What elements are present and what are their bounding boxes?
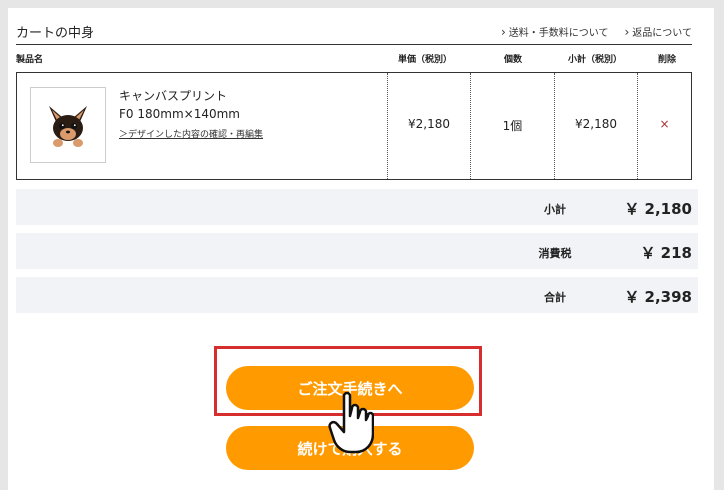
summary-row-tax: 消費税 ￥ 218	[16, 233, 698, 269]
col-delete: 削除	[658, 55, 677, 65]
summary-value: ￥ 2,180	[624, 200, 692, 218]
summary-row-subtotal: 小計 ￥ 2,180	[16, 189, 698, 225]
col-product: 製品名	[16, 55, 44, 65]
summary-label: 小計	[544, 203, 566, 216]
cart-title: カートの中身	[16, 26, 95, 41]
col-unit-price: 単価（税別）	[398, 55, 453, 65]
header-links: 送料・手数料について 返品について	[501, 24, 692, 39]
table-header: 製品名 単価（税別） 個数 小計（税別） 削除	[16, 50, 692, 66]
summary-label: 合計	[544, 291, 566, 304]
pointing-hand-cursor-icon	[328, 391, 374, 454]
cart-item-row: キャンバスプリント F0 180mm×140mm ＞デザインした内容の確認・再編…	[16, 72, 692, 180]
subtotal-value: ¥2,180	[575, 117, 617, 131]
product-thumbnail[interactable]	[30, 87, 106, 163]
summary-value: ￥ 218	[640, 244, 692, 262]
cart-header: カートの中身 送料・手数料について 返品について	[16, 16, 692, 45]
shipping-fee-link[interactable]: 送料・手数料について	[501, 24, 609, 39]
returns-link[interactable]: 返品について	[624, 24, 692, 39]
unit-price-value: ¥2,180	[408, 117, 450, 131]
col-subtotal: 小計（税別）	[568, 55, 623, 65]
delete-button[interactable]: ×	[638, 117, 691, 131]
summary-label: 消費税	[538, 247, 572, 260]
product-name: キャンバスプリント	[119, 89, 228, 103]
qty-value: 1個	[502, 119, 523, 133]
edit-design-link[interactable]: ＞デザインした内容の確認・再編集	[119, 127, 263, 140]
dog-illustration-icon	[49, 106, 87, 147]
product-size: F0 180mm×140mm	[119, 107, 240, 121]
col-qty: 個数	[504, 55, 523, 65]
summary-value: ￥ 2,398	[624, 288, 692, 306]
summary-row-total: 合計 ￥ 2,398	[16, 277, 698, 313]
